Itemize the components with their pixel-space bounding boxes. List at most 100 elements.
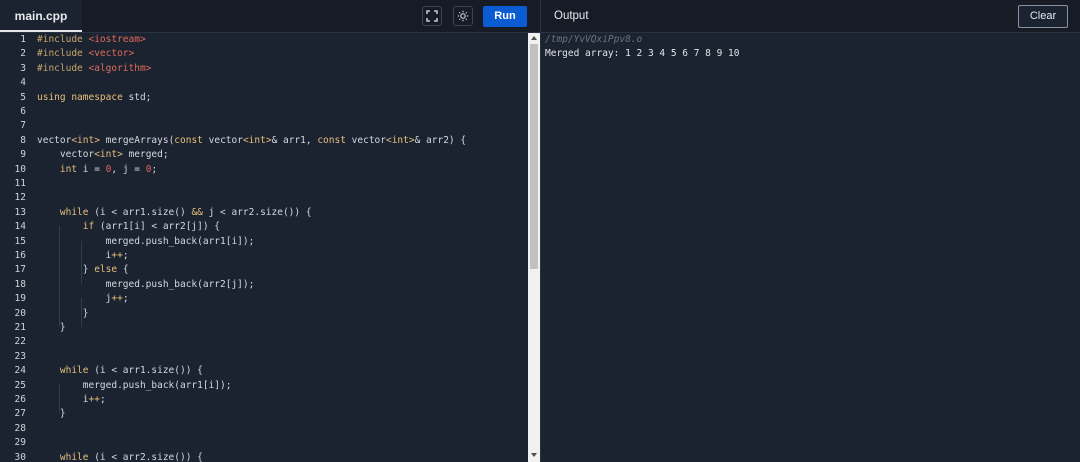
code-token: #include — [37, 48, 89, 60]
editor-scrollbar[interactable] — [528, 33, 540, 462]
code-line[interactable]: 25 merged.push_back(arr1[i]); — [0, 379, 528, 393]
code-line[interactable]: 15 merged.push_back(arr1[i]); — [0, 235, 528, 249]
scroll-down-arrow-icon[interactable] — [530, 451, 538, 459]
line-number: 26 — [14, 394, 26, 405]
output-title: Output — [554, 10, 589, 22]
code-token: vector — [345, 134, 386, 146]
fullscreen-button[interactable] — [422, 6, 442, 26]
sun-icon — [457, 10, 469, 22]
code-token: vector — [202, 134, 243, 146]
code-text: } else { — [37, 263, 129, 277]
scroll-up-arrow-icon[interactable] — [530, 34, 538, 42]
code-text: vector<int> merged; — [37, 148, 169, 162]
code-line[interactable]: 12 — [0, 191, 528, 205]
code-text: } — [37, 407, 66, 421]
file-tab-main-cpp[interactable]: main.cpp — [0, 0, 82, 32]
code-line[interactable]: 19 j++; — [0, 292, 528, 306]
clear-button[interactable]: Clear — [1018, 5, 1068, 28]
line-number: 6 — [20, 106, 26, 117]
code-line[interactable]: 7 — [0, 119, 528, 133]
code-line[interactable]: 24 while (i < arr1.size()) { — [0, 364, 528, 378]
code-token: , j = — [111, 163, 146, 175]
code-token: j — [37, 293, 112, 305]
code-token: (i < arr2.size()) { — [88, 451, 203, 462]
line-number: 25 — [14, 379, 26, 391]
code-line[interactable]: 22 — [0, 335, 528, 349]
code-token: vector — [37, 134, 72, 146]
code-line[interactable]: 17 } else { — [0, 263, 528, 277]
code-line[interactable]: 16 i++; — [0, 249, 528, 263]
code-line[interactable]: 26 i++; — [0, 393, 528, 407]
code-line[interactable]: 14 if (arr1[i] < arr2[j]) { — [0, 220, 528, 234]
line-number: 10 — [14, 163, 26, 175]
line-number: 2 — [20, 48, 26, 60]
code-token: i — [37, 394, 89, 405]
line-number: 27 — [14, 408, 26, 420]
code-line[interactable]: 1 #include <iostream> — [0, 33, 528, 47]
code-line[interactable]: 13 while (i < arr1.size() && j < arr2.si… — [0, 206, 528, 220]
code-token: j < arr2.size()) { — [202, 206, 312, 218]
theme-toggle-button[interactable] — [453, 6, 473, 26]
line-number: 22 — [14, 336, 26, 348]
line-number: 5 — [20, 91, 26, 103]
code-line[interactable]: 23 — [0, 350, 528, 364]
code-line[interactable]: 2 #include <vector> — [0, 47, 528, 61]
scrollbar-thumb[interactable] — [530, 44, 538, 269]
code-text: #include <vector> — [37, 47, 134, 61]
code-text: } — [37, 307, 89, 321]
code-text: merged.push_back(arr1[i]); — [37, 379, 232, 393]
compiler-app: main.cpp Run 1 #include <iostream> 2 #inclu… — [0, 0, 1080, 462]
code-line[interactable]: 8 vector<int> mergeArrays(const vector<in… — [0, 134, 528, 148]
line-number: 23 — [14, 350, 26, 362]
code-token: ; — [122, 250, 129, 261]
code-line[interactable]: 21 } — [0, 321, 528, 335]
line-number: 17 — [14, 264, 26, 276]
code-line[interactable]: 29 — [0, 436, 528, 450]
code-token: <int> — [94, 149, 123, 161]
code-token: while — [37, 365, 89, 377]
code-line[interactable]: 4 — [0, 76, 528, 90]
code-token: i — [37, 250, 112, 261]
code-text: int i = 0, j = 0; — [37, 163, 157, 177]
line-number: 19 — [14, 293, 26, 305]
code-token: ++ — [88, 394, 100, 405]
line-number: 14 — [14, 221, 26, 233]
line-number: 12 — [14, 192, 26, 204]
code-token: <algorithm> — [88, 62, 152, 74]
code-text: j++; — [37, 292, 129, 306]
code-line[interactable]: 9 vector<int> merged; — [0, 148, 528, 162]
code-line[interactable]: 18 merged.push_back(arr2[j]); — [0, 278, 528, 292]
code-line[interactable]: 10 int i = 0, j = 0; — [0, 163, 528, 177]
output-console-text: Merged array: 1 2 3 4 5 6 7 8 9 10 — [545, 48, 740, 59]
code-text: #include <iostream> — [37, 33, 146, 47]
output-toolbar: Output Clear — [541, 0, 1080, 33]
code-token: merged.push_back(arr2[j]); — [37, 278, 255, 290]
editor-toolbar: main.cpp Run — [0, 0, 540, 33]
code-text: i++; — [37, 393, 106, 407]
code-line[interactable]: 20 } — [0, 307, 528, 321]
code-token: && — [191, 206, 203, 218]
code-line[interactable]: 5 using namespace std; — [0, 91, 528, 105]
run-button[interactable]: Run — [483, 6, 527, 27]
code-line[interactable]: 28 — [0, 422, 528, 436]
line-number: 8 — [20, 134, 26, 146]
code-editor[interactable]: 1 #include <iostream> 2 #include <vector> 3 #… — [0, 33, 528, 462]
code-line[interactable]: 11 — [0, 177, 528, 191]
code-token: & arr2) { — [414, 134, 467, 146]
line-number: 16 — [14, 250, 26, 261]
code-token: } — [37, 307, 89, 319]
code-token: vector — [37, 149, 95, 161]
code-token: const — [174, 134, 203, 146]
code-line[interactable]: 3 #include <algorithm> — [0, 62, 528, 76]
code-token: using namespace — [37, 91, 123, 103]
code-token: #include — [37, 62, 89, 74]
code-token: i = — [77, 163, 106, 175]
code-line[interactable]: 6 — [0, 105, 528, 119]
code-token: } — [37, 322, 66, 333]
code-line[interactable]: 27 } — [0, 407, 528, 421]
line-number: 11 — [14, 178, 26, 189]
code-line[interactable]: 30 while (i < arr2.size()) { — [0, 451, 528, 462]
output-binary-path: /tmp/YvVQxiPpv8.o — [545, 34, 643, 45]
line-number: 7 — [20, 120, 26, 132]
code-text: using namespace std; — [37, 91, 151, 105]
